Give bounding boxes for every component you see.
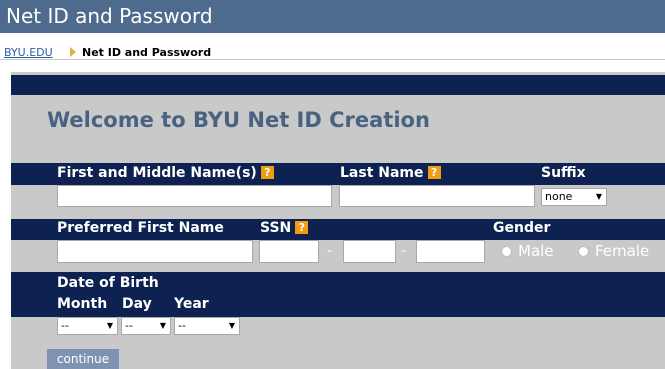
dob-label: Date of Birth [57, 275, 159, 291]
month-label: Month [57, 296, 108, 312]
preferred-first-name-label: Preferred First Name [57, 220, 224, 236]
last-name-label-text: Last Name [340, 165, 424, 181]
suffix-label: Suffix [541, 165, 586, 181]
title-bar: Net ID and Password [0, 0, 665, 33]
gender-label: Gender [493, 220, 551, 236]
triangle-right-icon [70, 47, 76, 57]
gender-male-radio[interactable] [501, 246, 512, 257]
help-icon[interactable]: ? [295, 221, 309, 234]
breadcrumb-current: Net ID and Password [82, 46, 212, 59]
suffix-select-value: none [545, 190, 573, 203]
suffix-select[interactable]: none ▼ [541, 188, 607, 206]
first-middle-name-label-text: First and Middle Name(s) [57, 165, 257, 181]
ssn-separator: - [401, 243, 407, 259]
caret-down-icon: ▼ [106, 321, 113, 330]
caret-down-icon: ▼ [228, 321, 235, 330]
year-select[interactable]: -- ▼ [174, 317, 240, 335]
top-bar [11, 75, 665, 95]
caret-down-icon: ▼ [595, 192, 602, 201]
help-icon[interactable]: ? [427, 166, 441, 179]
page-title: Net ID and Password [6, 4, 213, 28]
ssn-part3-input[interactable] [416, 240, 485, 263]
ssn-separator: - [327, 243, 333, 259]
breadcrumb-home-link[interactable]: BYU.EDU [4, 46, 53, 59]
form-panel: Welcome to BYU Net ID Creation First and… [11, 72, 665, 369]
year-label: Year [174, 296, 209, 312]
day-select-value: -- [125, 319, 133, 332]
first-middle-name-label: First and Middle Name(s)? [57, 165, 274, 181]
ssn-part1-input[interactable] [259, 240, 319, 263]
last-name-label: Last Name? [340, 165, 441, 181]
gender-male-label: Male [518, 242, 554, 260]
ssn-label-text: SSN [260, 220, 292, 236]
gender-female-radio[interactable] [578, 246, 589, 257]
month-select[interactable]: -- ▼ [57, 317, 118, 335]
month-select-value: -- [61, 319, 69, 332]
preferred-first-name-input[interactable] [57, 240, 253, 263]
breadcrumb: BYU.EDU Net ID and Password [0, 34, 665, 62]
caret-down-icon: ▼ [159, 321, 166, 330]
last-name-input[interactable] [339, 185, 535, 207]
ssn-part2-input[interactable] [343, 240, 396, 263]
gender-female-label: Female [595, 242, 650, 260]
welcome-heading: Welcome to BYU Net ID Creation [47, 108, 430, 132]
breadcrumb-divider [0, 59, 665, 60]
ssn-label: SSN? [260, 220, 309, 236]
day-select[interactable]: -- ▼ [121, 317, 171, 335]
continue-button[interactable]: continue [47, 349, 119, 369]
help-icon[interactable]: ? [260, 166, 274, 179]
year-select-value: -- [178, 319, 186, 332]
day-label: Day [122, 296, 152, 312]
first-middle-name-input[interactable] [57, 185, 332, 207]
